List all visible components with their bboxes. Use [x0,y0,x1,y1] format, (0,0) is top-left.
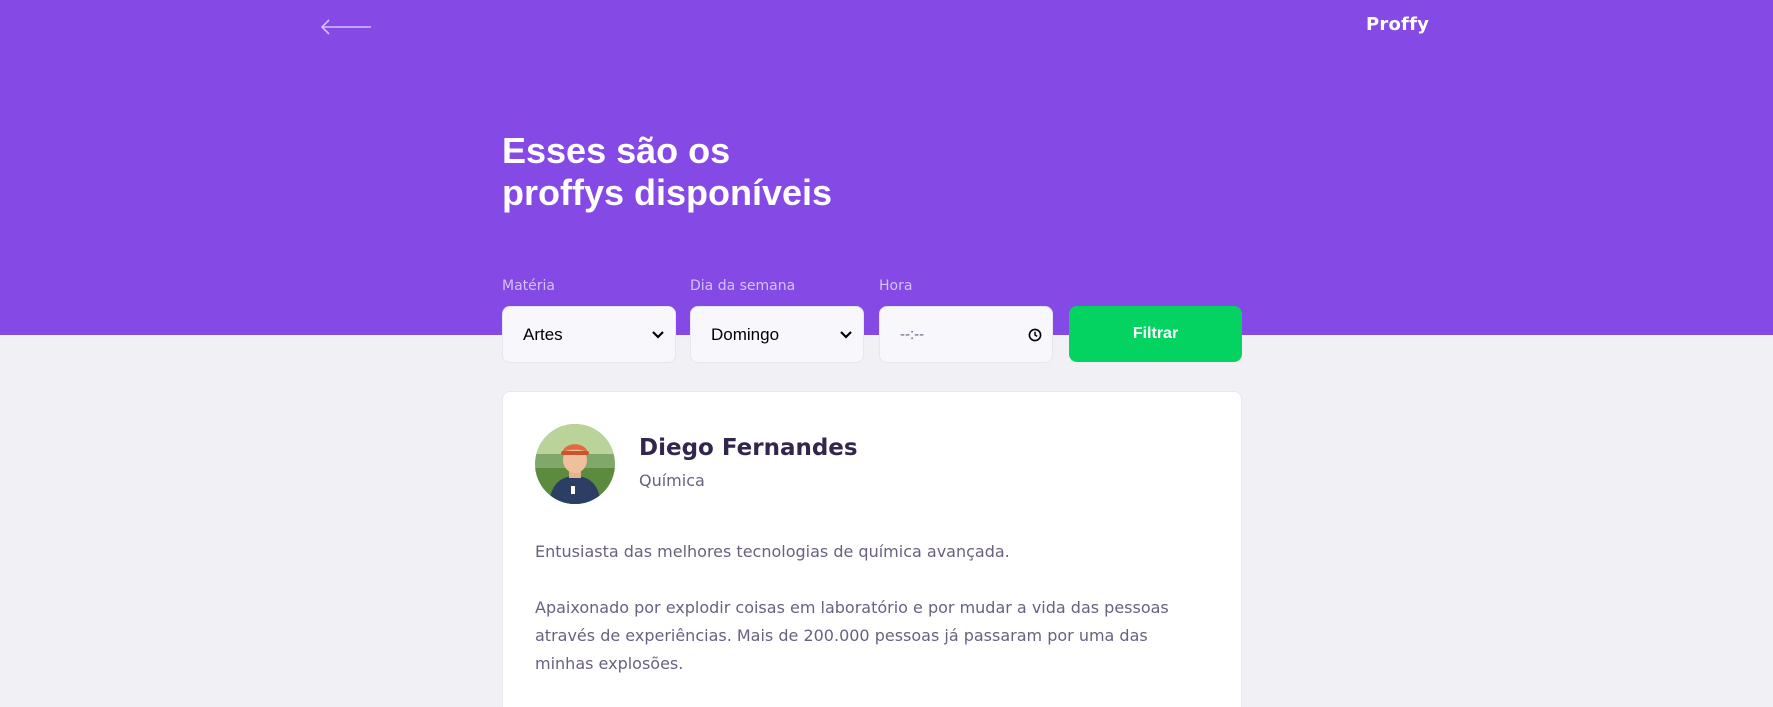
subject-select-value: Artes [523,324,563,344]
avatar [535,424,615,504]
teacher-card: Diego Fernandes Química Entusiasta das m… [502,391,1242,707]
chevron-down-icon [651,328,665,342]
filter-button[interactable]: Filtrar [1069,306,1242,362]
time-input[interactable]: --:-- [879,306,1053,363]
chevron-down-icon [839,328,853,342]
week-day-select[interactable]: Domingo [690,306,864,363]
teacher-name: Diego Fernandes [639,435,858,461]
teacher-bio: Entusiasta das melhores tecnologias de q… [535,538,1195,678]
time-label: Hora [879,278,913,294]
back-button[interactable] [320,18,372,36]
logo: Proffy [1366,14,1430,35]
page-title-line1: Esses são os [502,130,731,171]
clock-icon[interactable] [1028,328,1042,342]
teacher-subject: Química [639,471,705,490]
bio-paragraph: Apaixonado por explodir coisas em labora… [535,598,1169,673]
bio-paragraph: Entusiasta das melhores tecnologias de q… [535,542,1010,561]
time-input-placeholder: --:-- [900,326,925,343]
page-title-line2: proffys disponíveis [502,172,833,213]
arrow-left-icon [320,19,371,35]
page-title: Esses são os proffys disponíveis [502,130,922,214]
subject-label: Matéria [502,278,555,294]
week-day-label: Dia da semana [690,278,796,294]
week-day-select-value: Domingo [711,324,780,344]
subject-select[interactable]: Artes [502,306,676,363]
